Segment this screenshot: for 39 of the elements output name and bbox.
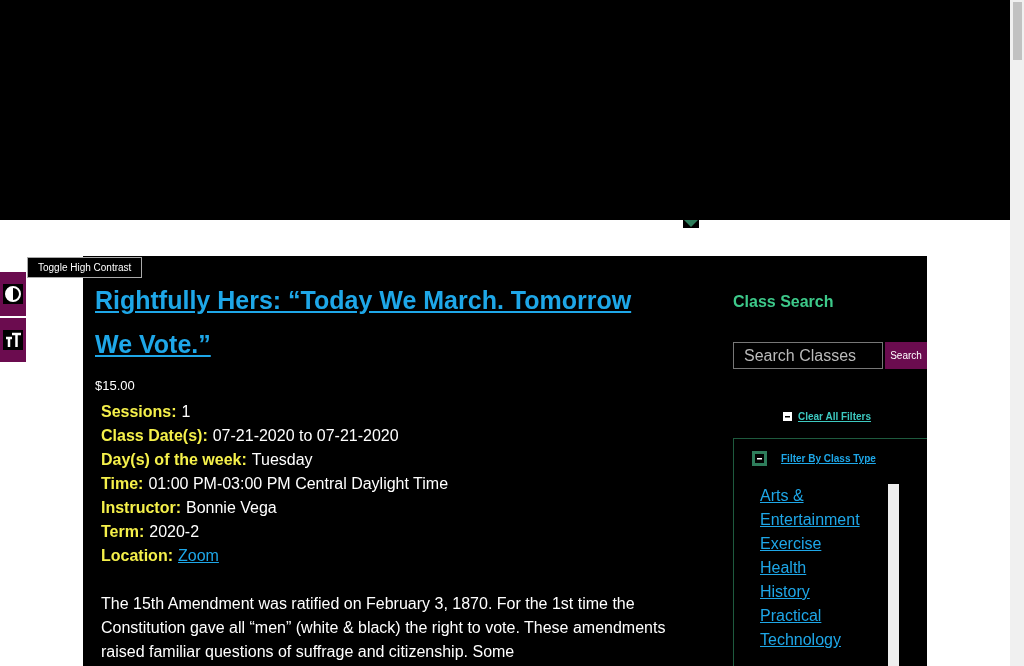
detail-label: Sessions: bbox=[101, 401, 177, 422]
detail-label: Day(s) of the week: bbox=[101, 449, 247, 470]
detail-value: 07-21-2020 to 07-21-2020 bbox=[212, 425, 399, 446]
detail-value: Tuesday bbox=[251, 449, 313, 470]
class-type-link[interactable]: Health bbox=[760, 556, 892, 580]
class-type-link[interactable]: Technology bbox=[760, 628, 892, 652]
chevron-down-icon[interactable] bbox=[683, 220, 699, 228]
detail-value: 1 bbox=[181, 401, 191, 422]
detail-label: Class Date(s): bbox=[101, 425, 208, 446]
location-link[interactable]: Zoom bbox=[178, 543, 219, 568]
search-field[interactable]: Search Classes bbox=[733, 342, 883, 369]
detail-value: 01:00 PM-03:00 PM Central Daylight Time bbox=[148, 473, 449, 494]
tooltip: Toggle High Contrast bbox=[27, 257, 143, 278]
minus-icon[interactable] bbox=[783, 412, 792, 421]
detail-label: Location: bbox=[101, 545, 173, 566]
text-size-icon bbox=[3, 330, 23, 350]
scrollbar-thumb[interactable] bbox=[1012, 2, 1022, 60]
filter-toggle-link[interactable]: Filter By Class Type bbox=[781, 451, 876, 466]
sidebar-title: Class Search bbox=[733, 292, 835, 312]
class-type-link[interactable]: Arts & Entertainment bbox=[760, 484, 892, 532]
contrast-toggle-button[interactable] bbox=[0, 272, 26, 316]
class-type-link[interactable]: History bbox=[760, 580, 892, 604]
class-type-link[interactable]: Exercise bbox=[760, 532, 892, 556]
price-text: $15.00 bbox=[95, 377, 136, 395]
detail-label: Instructor: bbox=[101, 497, 181, 518]
list-scrollbar[interactable] bbox=[888, 484, 899, 666]
clear-filters-link[interactable]: Clear All Filters bbox=[798, 409, 871, 424]
course-title-link[interactable]: Rightfully Hers: “Today We March. Tomorrow We Vote.” bbox=[95, 278, 665, 366]
contrast-icon bbox=[3, 284, 23, 304]
minus-icon[interactable] bbox=[752, 451, 767, 466]
text-size-button[interactable] bbox=[0, 318, 26, 362]
detail-value: 2020-2 bbox=[149, 521, 200, 542]
page-scrollbar[interactable] bbox=[1010, 0, 1024, 666]
class-type-link[interactable]: Practical bbox=[760, 604, 892, 628]
search-button[interactable]: Search bbox=[885, 342, 927, 369]
description-text: The 15th Amendment was ratified on February 3, 1870. For the 1st time the Constitution gave all “men” (white & black) the right to vote. These amendments raised familiar questions of suffrage and citizenship. Some bbox=[100, 593, 667, 662]
detail-value: Bonnie Vega bbox=[186, 497, 277, 518]
detail-label: Time: bbox=[101, 473, 144, 494]
detail-label: Term: bbox=[101, 521, 145, 542]
